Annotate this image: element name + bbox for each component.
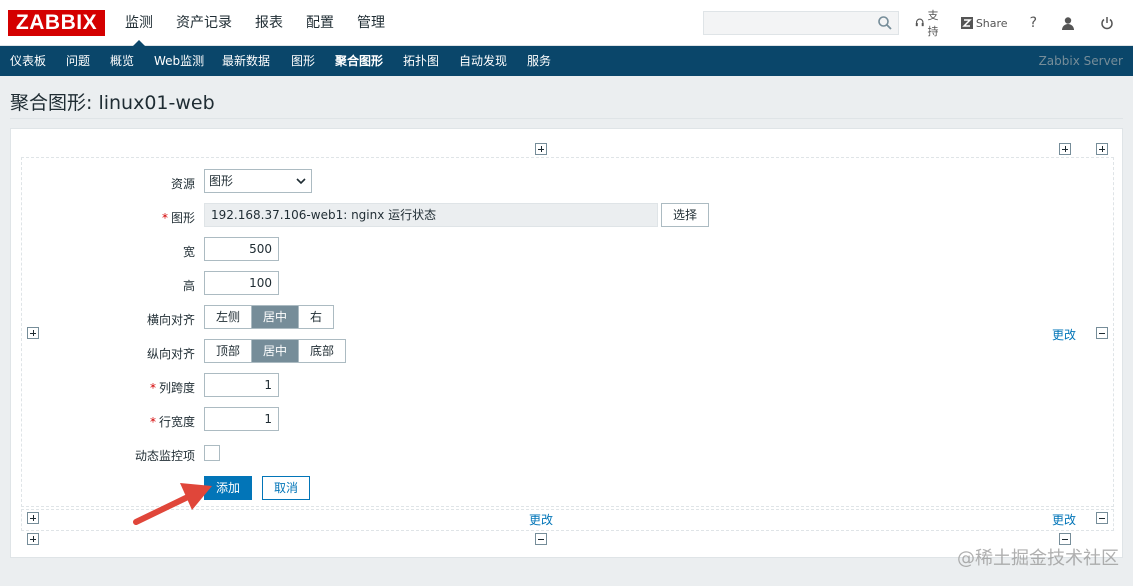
- submenu-discovery[interactable]: 自动发现: [459, 46, 507, 76]
- help-icon[interactable]: ?: [1030, 15, 1037, 31]
- change-link-bottom-center[interactable]: 更改: [529, 511, 553, 528]
- support-label: 支持: [927, 9, 939, 38]
- share-label: Share: [975, 16, 1008, 30]
- remove-row-button[interactable]: [1096, 327, 1108, 339]
- add-row-button[interactable]: [27, 327, 39, 339]
- annotation-arrow-icon: [133, 483, 212, 525]
- watermark: @稀土掘金技术社区: [957, 548, 1119, 569]
- resource-label: 资源: [170, 177, 195, 191]
- dynamic-item-checkbox[interactable]: [204, 445, 220, 461]
- halign-center-option[interactable]: 居中: [251, 306, 298, 328]
- rowspan-input[interactable]: 1: [204, 407, 279, 431]
- add-column-button[interactable]: [535, 143, 547, 155]
- change-link[interactable]: 更改: [1052, 326, 1076, 343]
- halign-segmented: 左侧 居中 右: [204, 305, 334, 329]
- colspan-input[interactable]: 1: [204, 373, 279, 397]
- select-graph-button[interactable]: 选择: [661, 203, 709, 227]
- share-link[interactable]: Share: [960, 16, 1008, 30]
- valign-middle-option[interactable]: 居中: [251, 340, 298, 362]
- add-column-end-button[interactable]: [1096, 143, 1108, 155]
- top-bar: ZABBIX 监测 资产记录 报表 配置 管理 支持 Share ?: [0, 0, 1133, 47]
- menu-administration[interactable]: 管理: [357, 0, 385, 46]
- width-input[interactable]: 500: [204, 237, 279, 261]
- menu-inventory[interactable]: 资产记录: [176, 0, 232, 46]
- height-input[interactable]: 100: [204, 271, 279, 295]
- server-name: Zabbix Server: [1038, 54, 1123, 68]
- height-label: 高: [182, 279, 195, 293]
- valign-top-option[interactable]: 顶部: [205, 340, 251, 362]
- dynamic-item-label: 动态监控项: [134, 449, 195, 463]
- menu-configuration[interactable]: 配置: [306, 0, 334, 46]
- support-link[interactable]: 支持: [915, 7, 945, 39]
- valign-label: 纵向对齐: [146, 347, 195, 361]
- chevron-down-icon: [296, 178, 306, 185]
- page-title: 聚合图形: linux01-web: [10, 92, 215, 114]
- colspan-label: * 列跨度: [149, 381, 195, 395]
- submenu-graphs[interactable]: 图形: [291, 46, 315, 76]
- share-z-icon: [960, 17, 973, 29]
- zabbix-logo[interactable]: ZABBIX: [8, 10, 105, 36]
- graph-field[interactable]: 192.168.37.106-web1: nginx 运行状态: [204, 203, 658, 227]
- change-link-bottom-right[interactable]: 更改: [1052, 511, 1076, 528]
- submenu-overview[interactable]: 概览: [110, 46, 134, 76]
- menu-monitoring[interactable]: 监测: [125, 0, 153, 47]
- submenu-maps[interactable]: 拓扑图: [403, 46, 439, 76]
- remove-column-button[interactable]: [535, 533, 547, 545]
- top-icons: 支持 Share ?: [915, 0, 1133, 46]
- submenu-problems[interactable]: 问题: [66, 46, 90, 76]
- valign-segmented: 顶部 居中 底部: [204, 339, 346, 363]
- title-divider: [10, 118, 1123, 119]
- halign-left-option[interactable]: 左侧: [205, 306, 251, 328]
- sub-menu: 仪表板 问题 概览 Web监测 最新数据 图形 聚合图形 拓扑图 自动发现 服务…: [0, 46, 1133, 76]
- halign-label: 横向对齐: [146, 313, 195, 327]
- width-label: 宽: [182, 245, 195, 259]
- headset-icon: [915, 18, 924, 27]
- submenu-web[interactable]: Web监测: [154, 46, 204, 76]
- user-profile-icon[interactable]: [1061, 16, 1078, 30]
- halign-right-option[interactable]: 右: [298, 306, 333, 328]
- submenu-dashboard[interactable]: 仪表板: [10, 46, 46, 76]
- submenu-screens[interactable]: 聚合图形: [335, 46, 383, 76]
- logout-power-icon[interactable]: [1100, 16, 1117, 30]
- search-input[interactable]: [703, 11, 899, 35]
- search-icon[interactable]: [877, 15, 893, 31]
- cancel-button[interactable]: 取消: [262, 476, 310, 500]
- add-row-end-button[interactable]: [27, 533, 39, 545]
- graph-label: * 图形: [161, 211, 195, 225]
- menu-reports[interactable]: 报表: [255, 0, 283, 46]
- submenu-latest-data[interactable]: 最新数据: [222, 46, 270, 76]
- add-column-button-right[interactable]: [1059, 143, 1071, 155]
- resource-select[interactable]: 图形: [204, 169, 312, 193]
- main-menu: 监测 资产记录 报表 配置 管理: [125, 0, 408, 47]
- remove-row-button-bottom[interactable]: [1096, 512, 1108, 524]
- rowspan-label: * 行宽度: [149, 415, 195, 429]
- add-row-button-bottom[interactable]: [27, 512, 39, 524]
- submenu-services[interactable]: 服务: [527, 46, 551, 76]
- valign-bottom-option[interactable]: 底部: [298, 340, 345, 362]
